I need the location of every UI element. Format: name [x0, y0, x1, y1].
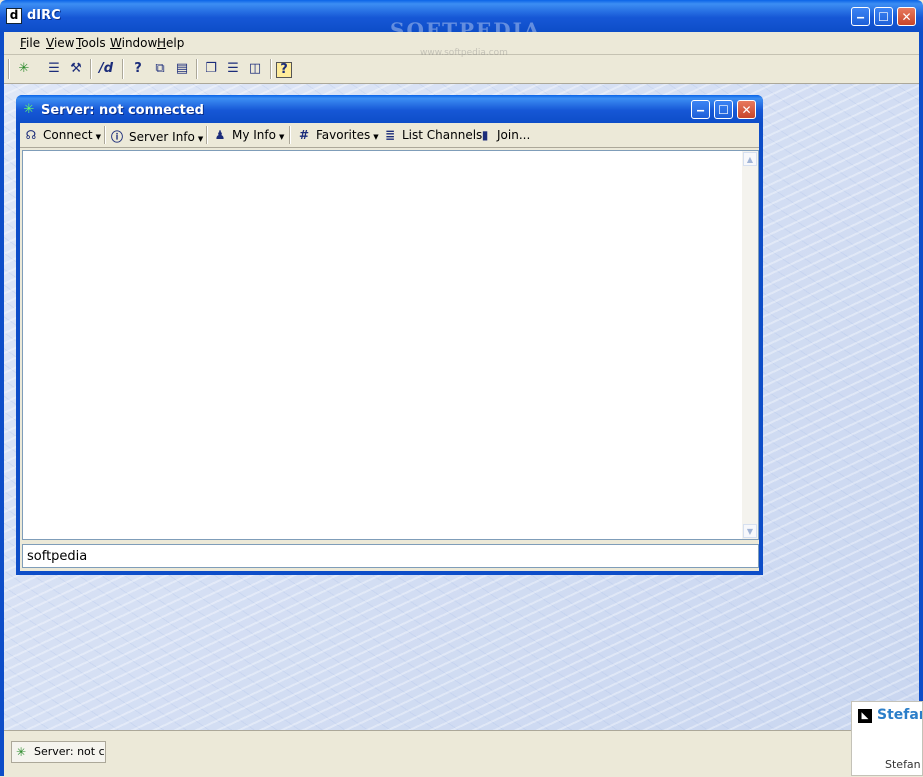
menu-tools-label: ools [81, 36, 106, 50]
tools-hammer-icon[interactable]: ⚒ [66, 59, 86, 79]
server-close-button[interactable]: ✕ [737, 100, 756, 119]
my-info-label: My Info [232, 128, 276, 142]
message-icon[interactable]: ▤ [172, 59, 192, 79]
chevron-down-icon: ▼ [95, 133, 102, 141]
close-button[interactable]: ✕ [897, 7, 916, 26]
menu-file-label: ile [26, 36, 41, 50]
tile-horizontal-icon[interactable]: ☰ [223, 59, 243, 79]
favorites-label: Favorites [316, 128, 371, 142]
server-info-button[interactable]: ⓘ Server Info ▼ [110, 128, 203, 145]
server-network-icon: ✳ [16, 745, 27, 759]
menu-help-mnemonic: H [157, 36, 167, 50]
window-frame-right [919, 32, 923, 776]
menu-window-label: indow [121, 36, 158, 50]
connect-button[interactable]: ☊ Connect ▼ [24, 128, 101, 142]
menu-help-label: elp [166, 36, 185, 50]
menu-view-label: iew [53, 36, 75, 50]
watermark-url: www.softpedia.com [420, 48, 508, 58]
menu-window-mnemonic: W [110, 36, 122, 50]
toolbar-separator [8, 59, 10, 79]
hash-icon: # [298, 128, 310, 142]
scroll-down-icon[interactable]: ▼ [743, 524, 757, 538]
chevron-down-icon: ▼ [373, 133, 379, 141]
taskbar-server-button[interactable]: ✳ Server: not connected [11, 741, 106, 763]
list-channels-label: List Channels [402, 128, 483, 142]
list-channels-button[interactable]: ≣ List Channels [383, 128, 482, 142]
status-bar: ✳ Server: not connected [4, 730, 919, 777]
server-window-titlebar[interactable]: ✳ Server: not connected ‒ ☐ ✕ [16, 95, 763, 123]
info-icon: ⓘ [110, 130, 123, 144]
menu-file[interactable]: File [20, 36, 40, 50]
toolbar-separator [104, 126, 106, 144]
my-info-button[interactable]: ♟ My Info ▼ [213, 128, 285, 142]
list-icon: ≣ [384, 128, 396, 142]
whois-icon[interactable]: ? [128, 59, 148, 79]
taskbar-server-label: Server: not connected [34, 745, 105, 758]
scroll-up-icon[interactable]: ▲ [743, 152, 757, 166]
toolbar-separator [122, 59, 124, 79]
maximize-button[interactable]: ☐ [874, 7, 893, 26]
main-toolbar: ✳ ☰ ⚒ /d ? ⧉ ▤ ❐ ☰ ◫ ? [4, 55, 919, 84]
toolbar-separator [270, 59, 272, 79]
server-toolbar: ☊ Connect ▼ ⓘ Server Info ▼ ♟ My Info ▼ # Favor… [20, 123, 759, 148]
server-window-body: ☊ Connect ▼ ⓘ Server Info ▼ ♟ My Info ▼ # Favor… [20, 123, 759, 571]
toolbar-separator [289, 126, 291, 144]
app-icon[interactable]: d [6, 8, 22, 24]
door-icon: ▮ [481, 128, 489, 142]
chevron-down-icon: ▼ [197, 135, 204, 143]
help-icon[interactable]: ? [276, 62, 292, 78]
notification-popup[interactable]: ◣ Stefan Stefan F [851, 701, 923, 776]
join-label: Join... [497, 128, 531, 142]
toolbar-separator [196, 59, 198, 79]
popup-subtitle: Stefan F [885, 758, 922, 771]
plug-icon: ☊ [25, 128, 37, 142]
cascade-windows-icon[interactable]: ❐ [201, 59, 221, 79]
menu-tools[interactable]: Tools [76, 36, 106, 50]
menu-view-mnemonic: V [46, 36, 54, 50]
server-minimize-button[interactable]: ‒ [691, 100, 710, 119]
options-list-icon[interactable]: ☰ [44, 59, 64, 79]
new-connection-icon[interactable]: ✳ [14, 59, 34, 79]
server-message-log[interactable]: ▲ ▼ [22, 150, 759, 540]
server-maximize-button[interactable]: ☐ [714, 100, 733, 119]
connect-label: Connect [43, 128, 93, 142]
menu-help[interactable]: Help [157, 36, 184, 50]
minimize-button[interactable]: ‒ [851, 7, 870, 26]
popup-title: Stefan [877, 707, 922, 723]
join-button[interactable]: ▮ Join... [478, 128, 531, 142]
server-window: ✳ Server: not connected ‒ ☐ ✕ ☊ Connect ▼ … [16, 95, 763, 575]
window-list-icon[interactable]: ⧉ [150, 59, 170, 79]
user-icon: ◣ [858, 709, 872, 723]
person-icon: ♟ [214, 128, 226, 142]
command-button[interactable]: /d [96, 59, 116, 79]
chevron-down-icon: ▼ [278, 133, 285, 141]
menu-view[interactable]: View [46, 36, 74, 50]
server-info-label: Server Info [129, 130, 195, 144]
menu-window[interactable]: Window [110, 36, 157, 50]
log-scrollbar[interactable]: ▲ ▼ [742, 151, 758, 539]
message-input[interactable] [22, 544, 759, 568]
tile-vertical-icon[interactable]: ◫ [245, 59, 265, 79]
toolbar-separator [90, 59, 92, 79]
toolbar-separator [206, 126, 208, 144]
server-network-icon: ✳ [23, 102, 35, 117]
app-title: dIRC [27, 8, 61, 23]
app-titlebar[interactable]: d dIRC SOFTPEDIA ‒ ☐ ✕ [0, 0, 923, 42]
server-window-title: Server: not connected [41, 103, 204, 118]
favorites-button[interactable]: # Favorites ▼ [297, 128, 379, 142]
